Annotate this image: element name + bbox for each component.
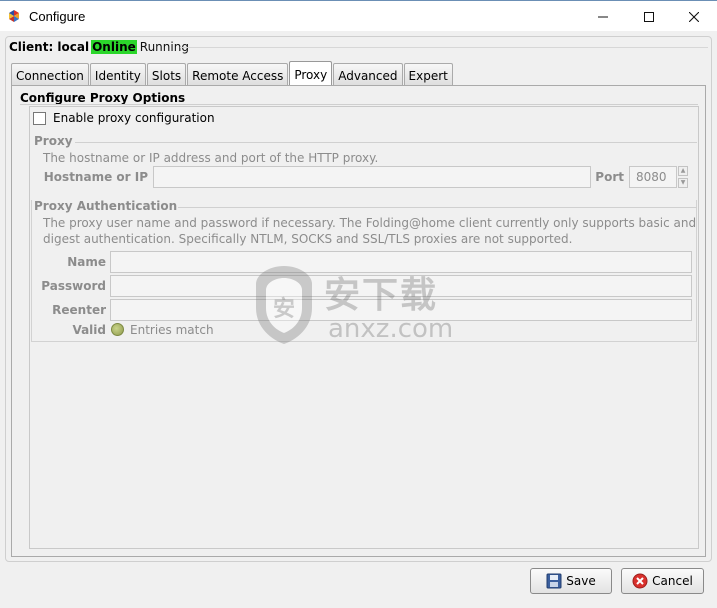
tab-proxy[interactable]: Proxy — [289, 61, 333, 87]
close-icon — [689, 11, 699, 22]
port-spinner[interactable]: ▲ ▼ — [678, 166, 688, 188]
valid-label: Valid — [72, 323, 106, 337]
auth-section-title: Proxy Authentication — [34, 199, 178, 213]
tab-bar: Connection Identity Slots Remote Access … — [11, 61, 454, 87]
svg-text:安: 安 — [273, 296, 295, 322]
minimize-button[interactable] — [580, 2, 626, 31]
client-status-line: Client: local Online Running — [9, 39, 189, 55]
floppy-disk-icon — [546, 573, 562, 589]
port-label: Port — [595, 170, 624, 184]
enable-proxy-checkbox[interactable] — [33, 111, 46, 125]
tab-slots[interactable]: Slots — [146, 63, 187, 87]
close-button[interactable] — [671, 2, 717, 31]
window-title: Configure — [29, 9, 86, 24]
hostname-input[interactable] — [153, 166, 591, 188]
cancel-button[interactable]: Cancel — [621, 568, 704, 594]
password-label: Password — [41, 279, 106, 293]
tab-remote-access[interactable]: Remote Access — [187, 63, 289, 87]
port-input[interactable]: 8080 — [629, 166, 677, 188]
proxy-help-text: The hostname or IP address and port of t… — [43, 151, 379, 165]
maximize-button[interactable] — [626, 2, 672, 31]
hostname-label: Hostname or IP — [43, 170, 148, 184]
anxz-watermark: 安 安下载 anxz.com — [248, 262, 468, 346]
folding-at-home-app-icon — [7, 9, 21, 23]
watermark-cn-text: 安下载 — [324, 275, 439, 316]
reenter-label: Reenter — [52, 303, 106, 317]
tab-connection[interactable]: Connection — [11, 63, 89, 87]
port-up-arrow-icon[interactable]: ▲ — [678, 166, 688, 176]
group-divider — [180, 47, 708, 48]
auth-help-line-1: The proxy user name and password if nece… — [43, 216, 697, 230]
client-label: Client: local — [9, 40, 90, 54]
name-label: Name — [67, 255, 106, 269]
watermark-domain-text: anxz.com — [328, 314, 454, 344]
panel-title: Configure Proxy Options — [20, 91, 186, 105]
tab-expert[interactable]: Expert — [403, 63, 453, 87]
valid-status-indicator-icon — [111, 323, 124, 336]
cancel-x-icon — [632, 573, 648, 589]
auth-help-line-2: digest authentication. Specifically NTLM… — [43, 232, 573, 246]
maximize-icon — [644, 11, 654, 22]
proxy-section-divider — [75, 142, 697, 143]
entries-match-text: Entries match — [130, 323, 214, 337]
client-online-badge: Online — [91, 40, 137, 54]
tab-identity[interactable]: Identity — [89, 63, 146, 87]
title-bar: Configure — [0, 0, 717, 31]
panel-title-divider — [20, 104, 698, 105]
cancel-button-label: Cancel — [652, 574, 693, 588]
save-button[interactable]: Save — [530, 568, 612, 594]
tab-advanced[interactable]: Advanced — [333, 63, 403, 87]
minimize-icon — [598, 16, 608, 17]
proxy-section-title: Proxy — [34, 134, 73, 148]
enable-proxy-row[interactable]: Enable proxy configuration — [33, 111, 215, 125]
enable-proxy-label: Enable proxy configuration — [53, 111, 215, 125]
save-button-label: Save — [566, 574, 596, 588]
auth-section-divider — [178, 207, 697, 208]
port-down-arrow-icon[interactable]: ▼ — [678, 178, 688, 188]
